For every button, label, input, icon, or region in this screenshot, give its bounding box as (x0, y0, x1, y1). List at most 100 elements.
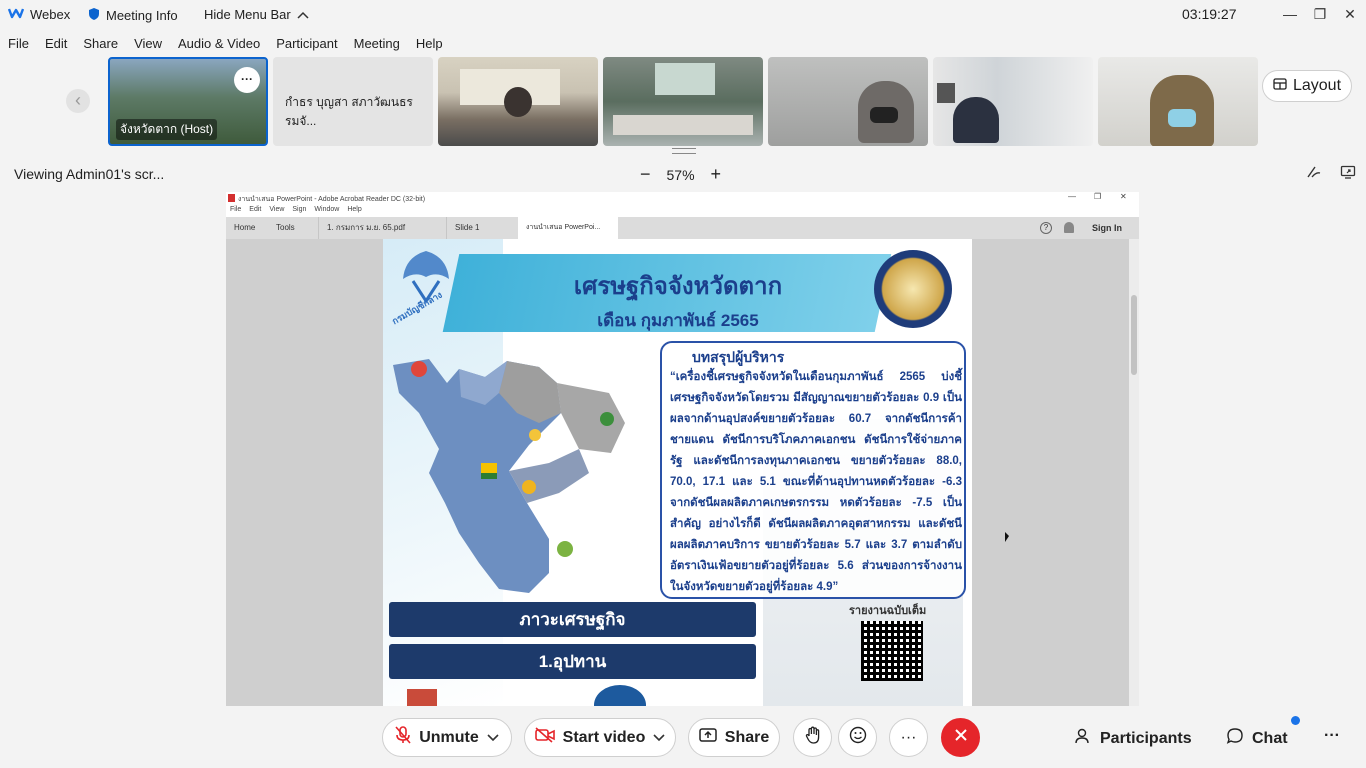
chat-bubble-icon (1226, 727, 1244, 750)
menu-participant[interactable]: Participant (268, 34, 345, 56)
chevron-down-icon[interactable] (653, 729, 665, 747)
reactions-button[interactable] (838, 718, 877, 757)
zoom-level: 57% (666, 166, 695, 183)
share-label: Share (724, 728, 770, 746)
menu-edit[interactable]: Edit (37, 34, 75, 56)
webex-logo-icon (7, 7, 25, 22)
summary-text: “เครื่องชี้เศรษฐกิจจังหวัดในเดือนกุมภาพั… (670, 371, 962, 593)
supply-button[interactable]: 1.อุปทาน (389, 644, 756, 679)
menu-help[interactable]: Help (408, 34, 451, 56)
meeting-info-button[interactable]: Meeting Info (88, 7, 178, 24)
acrobat-tab-bar: Home Tools 1. กรมการ ม.ย. 65.pdf Slide 1… (226, 217, 1139, 253)
layout-label: Layout (1292, 77, 1342, 94)
video-tile-participant-3[interactable] (438, 57, 598, 146)
shared-screen[interactable]: งานนำเสนอ PowerPoint - Adobe Acrobat Rea… (226, 192, 1139, 706)
layout-icon (1273, 77, 1287, 95)
acrobat-title-bar: งานนำเสนอ PowerPoint - Adobe Acrobat Rea… (226, 192, 1139, 206)
acrobat-menu-window[interactable]: Window (314, 206, 339, 217)
full-report-label: รายงานฉบับเต็ม (849, 605, 927, 617)
acrobat-close-icon[interactable]: ✕ (1120, 192, 1127, 201)
chevron-down-icon[interactable] (487, 729, 499, 747)
menu-audio-video[interactable]: Audio & Video (170, 34, 268, 56)
acrobat-menu-view[interactable]: View (269, 206, 284, 217)
slide-title: เศรษฐกิจจังหวัดตาก (573, 273, 783, 300)
menu-view[interactable]: View (126, 34, 170, 56)
acrobat-menu-file[interactable]: File (230, 206, 241, 217)
raise-hand-button[interactable] (793, 718, 832, 757)
acrobat-menu-bar: File Edit View Sign Window Help (226, 206, 1139, 217)
video-tile-participant-5[interactable] (768, 57, 928, 146)
acrobat-minimize-icon[interactable]: — (1068, 192, 1076, 201)
help-icon[interactable]: ? (1040, 222, 1052, 234)
filmstrip-prev-button[interactable]: ‹ (66, 89, 90, 113)
video-tile-host[interactable]: ··· จังหวัดตาก (Host) (108, 57, 268, 146)
meeting-controls-bar: Unmute Start video Share ··· Participant… (0, 708, 1366, 768)
layout-button[interactable]: Layout (1262, 70, 1352, 102)
smiley-icon (849, 726, 867, 749)
qr-code-image[interactable] (861, 621, 923, 681)
video-tile-participant-4[interactable] (603, 57, 763, 146)
chat-unread-dot (1291, 716, 1300, 725)
share-button[interactable]: Share (688, 718, 780, 757)
province-seal-icon (874, 250, 952, 328)
acrobat-menu-edit[interactable]: Edit (249, 206, 261, 217)
start-video-label: Start video (562, 728, 646, 746)
acrobat-menu-sign[interactable]: Sign (292, 206, 306, 217)
end-meeting-button[interactable] (941, 718, 980, 757)
acrobat-menu-help[interactable]: Help (347, 206, 361, 217)
participants-button[interactable]: Participants (1074, 727, 1192, 750)
host-name-label: จังหวัดตาก (Host) (116, 119, 218, 140)
scrollbar-thumb[interactable] (1131, 295, 1137, 375)
viewing-label: Viewing Admin01's scr... (14, 166, 165, 182)
minimize-button[interactable]: — (1275, 4, 1305, 24)
mic-muted-icon (395, 726, 411, 749)
tile-more-button[interactable]: ··· (234, 67, 260, 93)
person-icon (1074, 727, 1092, 750)
wall-screen-image (655, 63, 715, 95)
acrobat-home-tab[interactable]: Home (226, 217, 263, 239)
person-figure (504, 87, 532, 117)
overflow-menu-button[interactable]: ··· (1324, 727, 1340, 745)
face-mask-image (1168, 109, 1196, 127)
acrobat-doc-tab-1[interactable]: 1. กรมการ ม.ย. 65.pdf (318, 217, 418, 239)
more-options-button[interactable]: ··· (889, 718, 928, 757)
title-bar: Webex Meeting Info Hide Menu Bar 03:19:2… (0, 0, 1366, 30)
hide-menu-label: Hide Menu Bar (204, 7, 291, 22)
acrobat-doc-tab-3-active[interactable]: งานนำเสนอ PowerPoi... ✕ (518, 217, 618, 253)
start-video-button[interactable]: Start video (524, 718, 676, 757)
zoom-out-button[interactable]: − (640, 164, 651, 185)
participant-2-name: กำธร บุญสา สภาวัฒนธรรมจั... (285, 95, 413, 128)
webex-app-label[interactable]: Webex (7, 7, 70, 22)
acrobat-doc-tab-2[interactable]: Slide 1 (446, 217, 526, 239)
menu-file[interactable]: File (0, 34, 37, 56)
economy-button[interactable]: ภาวะเศรษฐกิจ (389, 602, 756, 637)
menu-share[interactable]: Share (75, 34, 126, 56)
close-icon (954, 728, 968, 747)
factory-icon (407, 689, 437, 706)
restore-button[interactable]: ❐ (1305, 4, 1335, 24)
unmute-button[interactable]: Unmute (382, 718, 512, 757)
zoom-in-button[interactable]: + (711, 164, 722, 185)
acrobat-logo-icon (228, 194, 235, 202)
face-mask-image (870, 107, 898, 123)
person-figure (953, 97, 999, 143)
close-window-button[interactable]: ✕ (1335, 4, 1365, 24)
acrobat-restore-icon[interactable]: ❐ (1094, 192, 1101, 201)
meeting-table-image (613, 115, 753, 135)
video-tile-participant-2[interactable]: กำธร บุญสา สภาวัฒนธรรมจั... (273, 57, 433, 146)
menu-meeting[interactable]: Meeting (346, 34, 408, 56)
sign-in-button[interactable]: Sign In (1092, 223, 1122, 233)
annotate-icon[interactable] (1306, 164, 1322, 185)
summary-title: บทสรุปผู้บริหาร (692, 349, 785, 365)
video-tile-participant-6[interactable] (933, 57, 1093, 146)
chat-button[interactable]: Chat (1226, 727, 1288, 750)
resize-handle[interactable] (672, 148, 696, 154)
hand-icon (805, 726, 821, 749)
hide-menu-bar-button[interactable]: Hide Menu Bar (204, 7, 309, 22)
document-scrollbar[interactable] (1129, 239, 1139, 706)
province-map-image (389, 353, 653, 603)
bell-icon[interactable] (1064, 222, 1074, 233)
acrobat-tools-tab[interactable]: Tools (268, 217, 303, 239)
video-tile-participant-7[interactable] (1098, 57, 1258, 146)
pop-out-share-icon[interactable] (1340, 164, 1356, 185)
